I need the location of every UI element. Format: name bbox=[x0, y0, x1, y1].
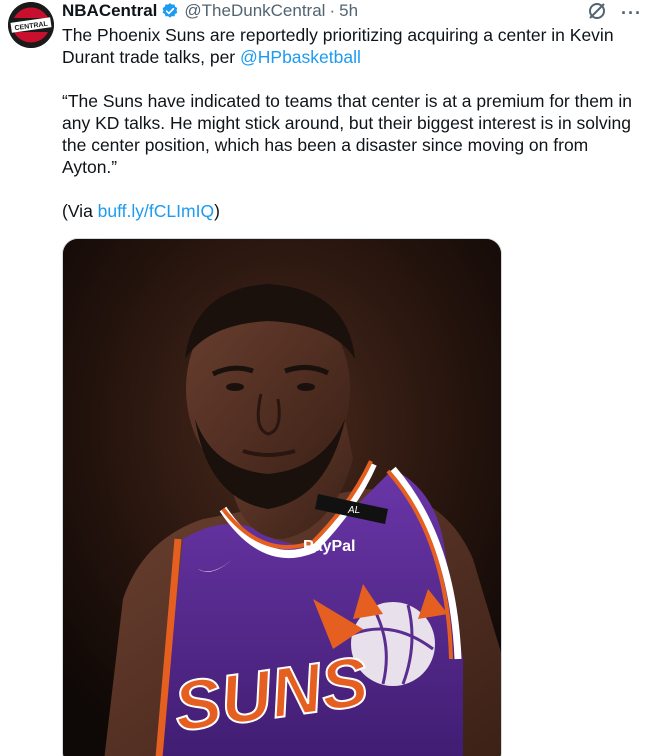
tweet-quote: “The Suns have indicated to teams that c… bbox=[62, 91, 632, 177]
handle[interactable]: @TheDunkCentral bbox=[184, 1, 325, 21]
tweet-via: (Via buff.ly/fCLImIQ) bbox=[62, 200, 642, 222]
tweet-line-1: The Phoenix Suns are reportedly prioriti… bbox=[62, 24, 642, 68]
tweet-text: The Phoenix Suns are reportedly prioriti… bbox=[62, 24, 642, 222]
top-actions: ··· bbox=[587, 1, 642, 26]
tweet-media-image[interactable]: AL PayPal SUNS bbox=[62, 238, 502, 756]
verified-badge-icon bbox=[161, 2, 179, 20]
via-suffix: ) bbox=[214, 201, 220, 221]
grok-icon[interactable] bbox=[587, 1, 607, 26]
player-photo: AL PayPal SUNS bbox=[63, 239, 501, 756]
avatar[interactable]: CENTRAL bbox=[8, 2, 54, 48]
more-icon[interactable]: ··· bbox=[621, 3, 642, 24]
via-link[interactable]: buff.ly/fCLImIQ bbox=[98, 201, 214, 221]
separator: · bbox=[329, 1, 336, 20]
tweet-header: NBACentral @TheDunkCentral · 5h bbox=[62, 0, 358, 22]
nba-central-logo: CENTRAL bbox=[8, 2, 54, 48]
mention-link[interactable]: @HPbasketball bbox=[240, 47, 361, 67]
jersey-sponsor: PayPal bbox=[303, 538, 355, 555]
timestamp[interactable]: 5h bbox=[339, 1, 358, 21]
display-name[interactable]: NBACentral bbox=[62, 1, 157, 21]
armband-text: AL bbox=[347, 505, 360, 516]
via-prefix: (Via bbox=[62, 201, 98, 221]
